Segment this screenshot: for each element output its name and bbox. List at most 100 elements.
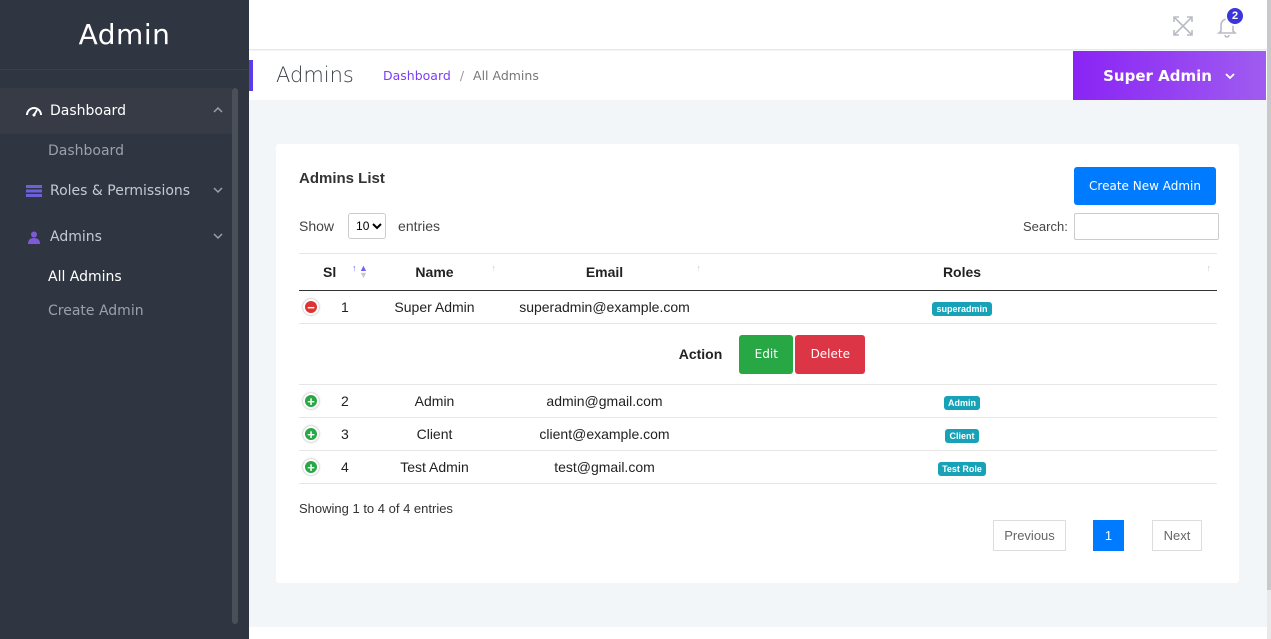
cell-name: Client [367,417,502,451]
sidebar-item-dashboard[interactable]: Dashboard [0,88,232,134]
sidebar-scrollbar[interactable] [232,88,238,624]
cell-sl: 4 [323,450,367,484]
page-length-select[interactable]: 10 [348,213,387,239]
sort-icon: ↑ [1206,263,1212,273]
table-row: − 1 Super Admin superadmin@example.com s… [299,290,1217,324]
breadcrumb-link-dashboard[interactable]: Dashboard [383,68,451,83]
breadcrumb-separator: / [459,68,465,83]
footer-strip [249,627,1267,639]
page-scrollbar[interactable] [1267,0,1271,639]
action-group: Action Edit Delete [299,334,1217,374]
row-control: + [299,384,323,418]
admins-table: Sl ↑ ▲ ▼ Name ↑ Email ↑ Roles ↑ − 1 Supe… [299,253,1217,484]
sidebar-item-admins[interactable]: Admins [0,214,232,260]
cell-roles: superadmin [707,290,1217,324]
topbar: 2 [249,0,1267,50]
notification-badge: 2 [1225,6,1245,26]
page-title: Admins [276,63,354,87]
expand-row-icon[interactable]: + [303,426,319,443]
breadcrumb-current: All Admins [473,68,539,83]
chevron-down-icon [213,233,223,240]
row-control: − [299,290,323,324]
sidebar: Admin Dashboard Dashboard Roles & Permis… [0,0,249,639]
cell-name: Admin [367,384,502,418]
expand-row-icon[interactable]: + [303,459,319,476]
cell-roles: Test Role [707,450,1217,484]
cell-email: test@gmail.com [502,450,707,484]
role-badge: Client [945,428,979,443]
cell-email: superadmin@example.com [502,290,707,324]
breadcrumb: Dashboard / All Admins [383,68,539,83]
table-row: + 3 Client client@example.com Client [299,417,1217,451]
page-header: Admins Dashboard / All Admins Super Admi… [249,51,1267,100]
edit-button[interactable]: Edit [739,334,794,374]
sidebar-item-label: Admins [50,229,102,245]
table-child-row: Action Edit Delete [299,323,1217,385]
search-control: Search: [1023,213,1219,240]
page-length-control: Show 10 entries [299,213,440,239]
column-header-roles[interactable]: Roles ↑ [707,253,1217,291]
column-header-sl[interactable]: Sl ↑ ▲ ▼ [323,253,368,291]
column-header-control [299,253,323,291]
header-accent-bar [249,60,253,91]
user-icon [26,230,42,244]
cell-name: Test Admin [367,450,502,484]
cell-email: client@example.com [502,417,707,451]
fullscreen-icon[interactable] [1171,14,1195,38]
sidebar-menu: Dashboard Dashboard Roles & Permissions … [0,88,232,328]
show-label: Show [299,218,335,234]
sidebar-subitem-create-admin[interactable]: Create Admin [0,294,232,328]
table-row: + 4 Test Admin test@gmail.com Test Role [299,450,1217,484]
scrollbar-thumb[interactable] [1267,0,1271,590]
table-header-row: Sl ↑ ▲ ▼ Name ↑ Email ↑ Roles ↑ [299,253,1217,291]
sidebar-subitem-all-admins[interactable]: All Admins [0,260,232,294]
expand-row-icon[interactable]: + [303,393,319,410]
cell-roles: Admin [707,384,1217,418]
cell-sl: 3 [323,417,367,451]
column-header-email[interactable]: Email ↑ [502,253,707,291]
column-header-name[interactable]: Name ↑ [367,253,502,291]
user-menu-button[interactable]: Super Admin [1073,51,1266,100]
sort-icon: ↑ [491,263,497,273]
sidebar-item-roles[interactable]: Roles & Permissions [0,168,232,214]
cell-sl: 2 [323,384,367,418]
sort-ascending-icon: ↑ [352,263,357,273]
chevron-up-icon [213,106,223,113]
sidebar-item-label: Roles & Permissions [50,183,191,199]
sidebar-logo[interactable]: Admin [0,0,249,70]
table-info: Showing 1 to 4 of 4 entries [299,501,453,516]
cell-name: Super Admin [367,290,502,324]
list-icon [26,184,42,198]
row-control: + [299,417,323,451]
user-name: Super Admin [1103,66,1212,85]
brand-title: Admin [78,18,171,51]
collapse-row-icon[interactable]: − [303,299,319,316]
action-label: Action [678,346,723,362]
cell-sl: 1 [323,290,367,324]
entries-label: entries [398,218,441,234]
sort-icon: ↑ [696,263,702,273]
delete-button[interactable]: Delete [795,334,866,374]
pagination: Previous 1 Next [993,520,1202,551]
chevron-down-icon [1225,72,1235,79]
search-label: Search: [1023,219,1068,234]
cell-email: admin@gmail.com [502,384,707,418]
cell-roles: Client [707,417,1217,451]
child-cell: Action Edit Delete [299,323,1217,385]
role-badge: superadmin [932,301,992,316]
next-page-button[interactable]: Next [1152,520,1202,551]
table-row: + 2 Admin admin@gmail.com Admin [299,384,1217,418]
sidebar-item-label: Dashboard [50,103,126,119]
previous-page-button[interactable]: Previous [993,520,1066,551]
page-number-button[interactable]: 1 [1093,520,1124,551]
create-admin-button[interactable]: Create New Admin [1074,167,1216,205]
sidebar-subitem-dashboard[interactable]: Dashboard [0,134,232,168]
admins-card: Admins List Create New Admin Show 10 ent… [276,144,1239,583]
search-input[interactable] [1073,213,1219,240]
role-badge: Test Role [938,461,986,476]
chevron-down-icon [213,187,223,194]
card-title: Admins List [299,170,385,187]
dashboard-icon [26,104,42,118]
role-badge: Admin [944,395,980,410]
row-control: + [299,450,323,484]
